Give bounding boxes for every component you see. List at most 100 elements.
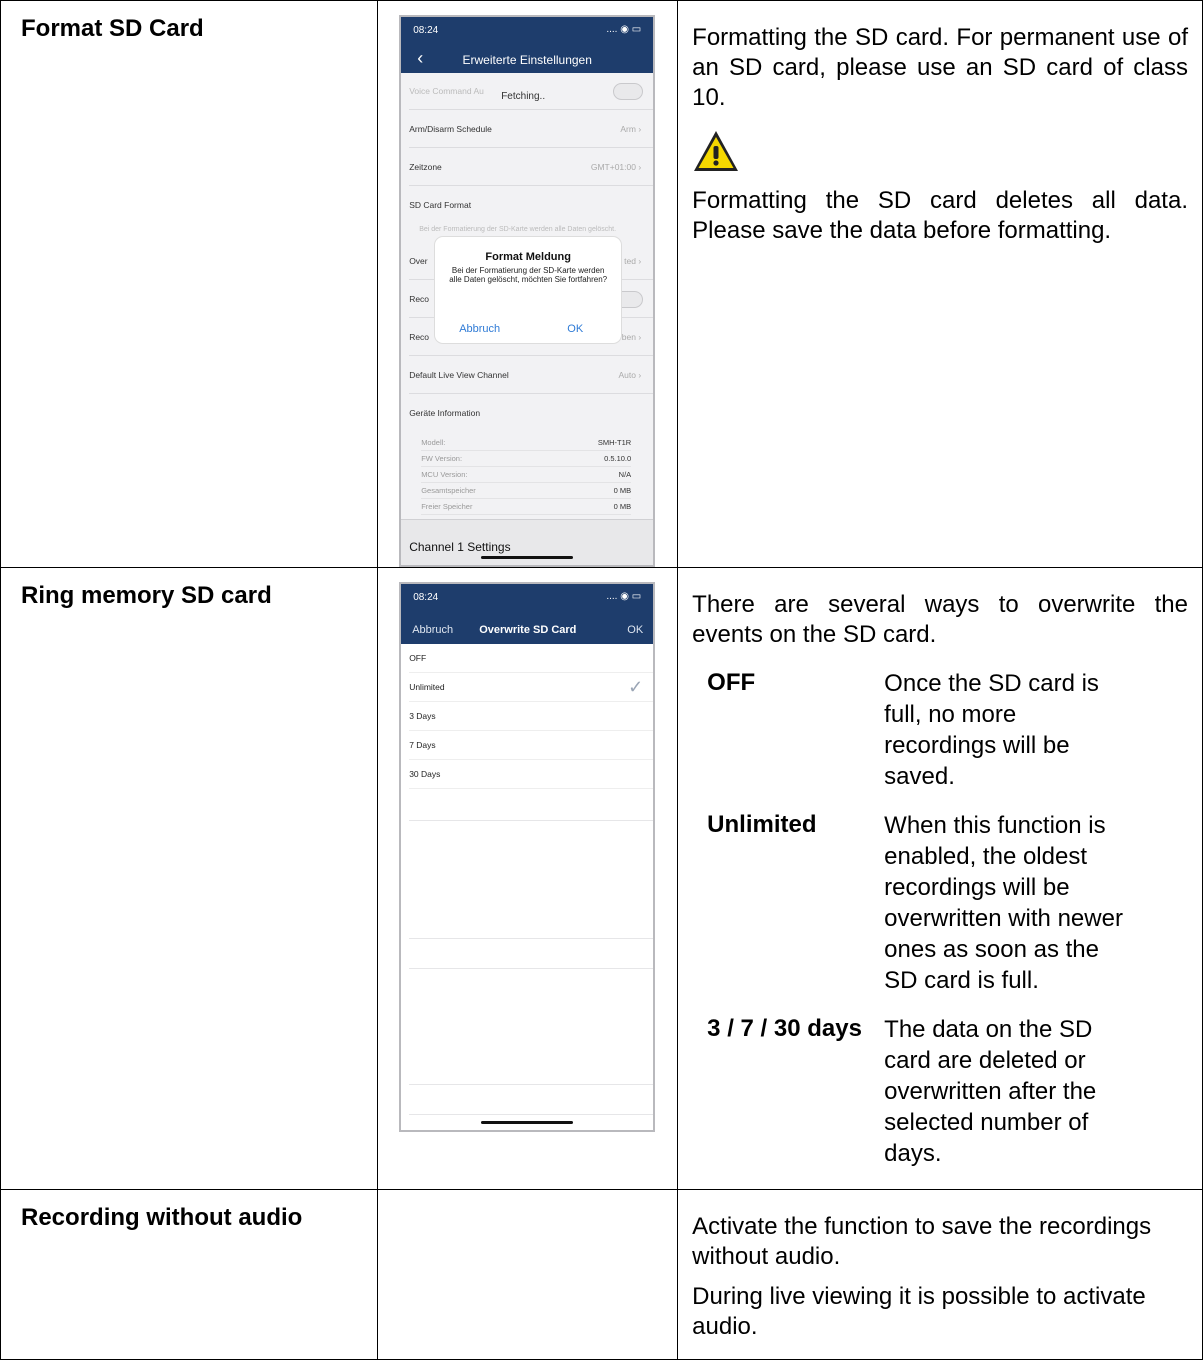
row-value-text: Auto <box>618 370 636 380</box>
description: During live viewing it is possible to ac… <box>692 1283 1146 1340</box>
ok-button[interactable]: OK <box>627 624 643 636</box>
row-label: Zeitzone <box>409 162 442 172</box>
info-key: Gesamtspeicher <box>421 486 476 495</box>
option-label: 3 Days <box>409 711 436 721</box>
info-value: SMH-T1R <box>597 438 632 447</box>
footer-bar[interactable]: Channel 1 Settings <box>401 519 654 565</box>
status-time: 08:24 <box>413 25 439 36</box>
info-value: N/A <box>618 470 632 479</box>
row-value: ben › <box>621 332 642 342</box>
settings-row-zone[interactable]: Zeitzone GMT+01:00 › <box>409 149 654 186</box>
settings-row-sd-format[interactable]: SD Card Format <box>409 187 653 224</box>
divider <box>409 820 654 821</box>
row-label: Geräte Information <box>409 408 481 418</box>
info-value: 0.5.10.0 <box>604 454 632 463</box>
option-7-days[interactable]: 7 Days <box>409 731 654 760</box>
row-value-text: Arm <box>620 124 636 134</box>
row-value: Auto › <box>618 370 642 380</box>
row-value-text: ben <box>621 332 636 342</box>
table-row: Format SD Card 08:24 .... ◉ ▭ ‹ Erweiter… <box>0 0 1203 568</box>
option-unlimited[interactable]: Unlimited ✓ <box>409 673 654 702</box>
option-30-days[interactable]: 30 Days <box>409 760 654 789</box>
divider <box>409 1084 654 1085</box>
option-3-days[interactable]: 3 Days <box>409 702 654 731</box>
row-value-text: GMT+01:00 <box>590 162 636 172</box>
info-key: Freier Speicher <box>421 502 473 511</box>
description: There are several ways to overwrite the … <box>692 591 1188 648</box>
dialog-title: Format Meldung <box>485 251 571 263</box>
info-row: FW Version: 0.5.10.0 <box>421 451 632 467</box>
option-text: The data on the SD card are deleted or o… <box>884 1016 1097 1167</box>
settings-row-arm[interactable]: Arm/Disarm Schedule Arm › <box>409 111 654 148</box>
settings-row-default-channel[interactable]: Default Live View Channel Auto › <box>409 357 654 394</box>
phone-screenshot-format: 08:24 .... ◉ ▭ ‹ Erweiterte Einstellunge… <box>399 15 656 567</box>
option-label: OFF <box>409 653 427 663</box>
dialog-cancel-button[interactable]: Abbruch <box>459 323 500 335</box>
option-entry: Unlimited When this function is enabled,… <box>692 810 1188 996</box>
device-info-title: Geräte Information <box>409 395 653 432</box>
option-text: When this function is enabled, the oldes… <box>884 812 1123 994</box>
table-row: Recording without audio Activate the fun… <box>0 1189 1203 1360</box>
description: Activate the function to save the record… <box>692 1213 1152 1270</box>
status-icons: .... ◉ ▭ <box>606 24 642 35</box>
option-entry: OFF Once the SD card is full, no more re… <box>692 668 1188 792</box>
row-value: ted › <box>624 256 642 266</box>
dialog-message: Bei der Formatierung der SD-Karte werden… <box>449 266 608 284</box>
format-dialog: Format Meldung Bei der Formatierung der … <box>435 237 622 343</box>
row-label: Reco <box>409 332 430 342</box>
option-key: 3 / 7 / 30 days <box>707 1015 862 1042</box>
info-row: MCU Version: N/A <box>421 467 632 483</box>
info-row: Freier Speicher 0 MB <box>421 499 632 515</box>
nav-bar: 08:24 .... ◉ ▭ ‹ Erweiterte Einstellunge… <box>401 17 654 73</box>
home-indicator <box>481 556 574 559</box>
row-label: SD Card Format <box>409 200 472 210</box>
footer-label: Channel 1 Settings <box>409 540 511 554</box>
option-text: Once the SD card is full, no more record… <box>884 670 1099 790</box>
row-heading: Format SD Card <box>21 15 204 42</box>
checkmark-icon: ✓ <box>628 677 644 697</box>
nav-bar: 08:24 .... ◉ ▭ Abbruch Overwrite SD Card… <box>401 584 654 644</box>
row-label: Default Live View Channel <box>409 370 509 380</box>
row-heading: Recording without audio <box>21 1204 303 1231</box>
divider <box>409 938 654 939</box>
info-key: FW Version: <box>421 454 463 463</box>
info-key: Modell: <box>421 438 446 447</box>
option-entry: 3 / 7 / 30 days The data on the SD card … <box>692 1014 1188 1169</box>
dialog-ok-button[interactable]: OK <box>567 323 583 335</box>
info-value: 0 MB <box>613 486 632 495</box>
info-value: 0 MB <box>613 502 632 511</box>
row-value: GMT+01:00 › <box>590 162 642 172</box>
manual-table: Format SD Card 08:24 .... ◉ ▭ ‹ Erweiter… <box>0 0 1203 1360</box>
info-key: MCU Version: <box>421 470 468 479</box>
option-key: OFF <box>707 669 756 696</box>
option-off[interactable]: OFF <box>409 644 654 673</box>
warning-text: Formatting the SD card deletes all data.… <box>692 187 1188 244</box>
row-label: Reco <box>409 294 430 304</box>
nav-title: Erweiterte Einstellungen <box>462 53 592 67</box>
info-row: Modell: SMH-T1R <box>421 435 632 451</box>
voice-toggle[interactable] <box>613 83 644 100</box>
option-label: 30 Days <box>409 769 441 779</box>
sd-note: Bei der Formatierung der SD-Karte werden… <box>419 226 617 233</box>
option-key: Unlimited <box>707 811 817 838</box>
divider <box>409 968 654 969</box>
status-time: 08:24 <box>413 592 439 603</box>
option-label: 7 Days <box>409 740 436 750</box>
row-label: Arm/Disarm Schedule <box>409 124 492 134</box>
info-row: Gesamtspeicher 0 MB <box>421 483 632 499</box>
description: Formatting the SD card. For permanent us… <box>692 24 1188 111</box>
fetching-label: Fetching.. <box>501 91 546 102</box>
nav-title: Overwrite SD Card <box>479 624 577 636</box>
phone-screenshot-overwrite: 08:24 .... ◉ ▭ Abbruch Overwrite SD Card… <box>399 582 656 1132</box>
row-value-text: ted <box>624 256 636 266</box>
row-heading: Ring memory SD card <box>21 582 272 609</box>
cancel-button[interactable]: Abbruch <box>412 624 453 636</box>
row-label: Voice Command Au <box>409 86 484 96</box>
row-value: Arm › <box>620 124 642 134</box>
divider <box>409 1114 654 1115</box>
table-row: Ring memory SD card 08:24 .... ◉ ▭ Abbru… <box>0 567 1203 1190</box>
status-icons: .... ◉ ▭ <box>606 591 642 602</box>
warning-icon <box>694 131 739 171</box>
option-label: Unlimited <box>409 682 445 692</box>
row-label: Over <box>409 256 428 266</box>
